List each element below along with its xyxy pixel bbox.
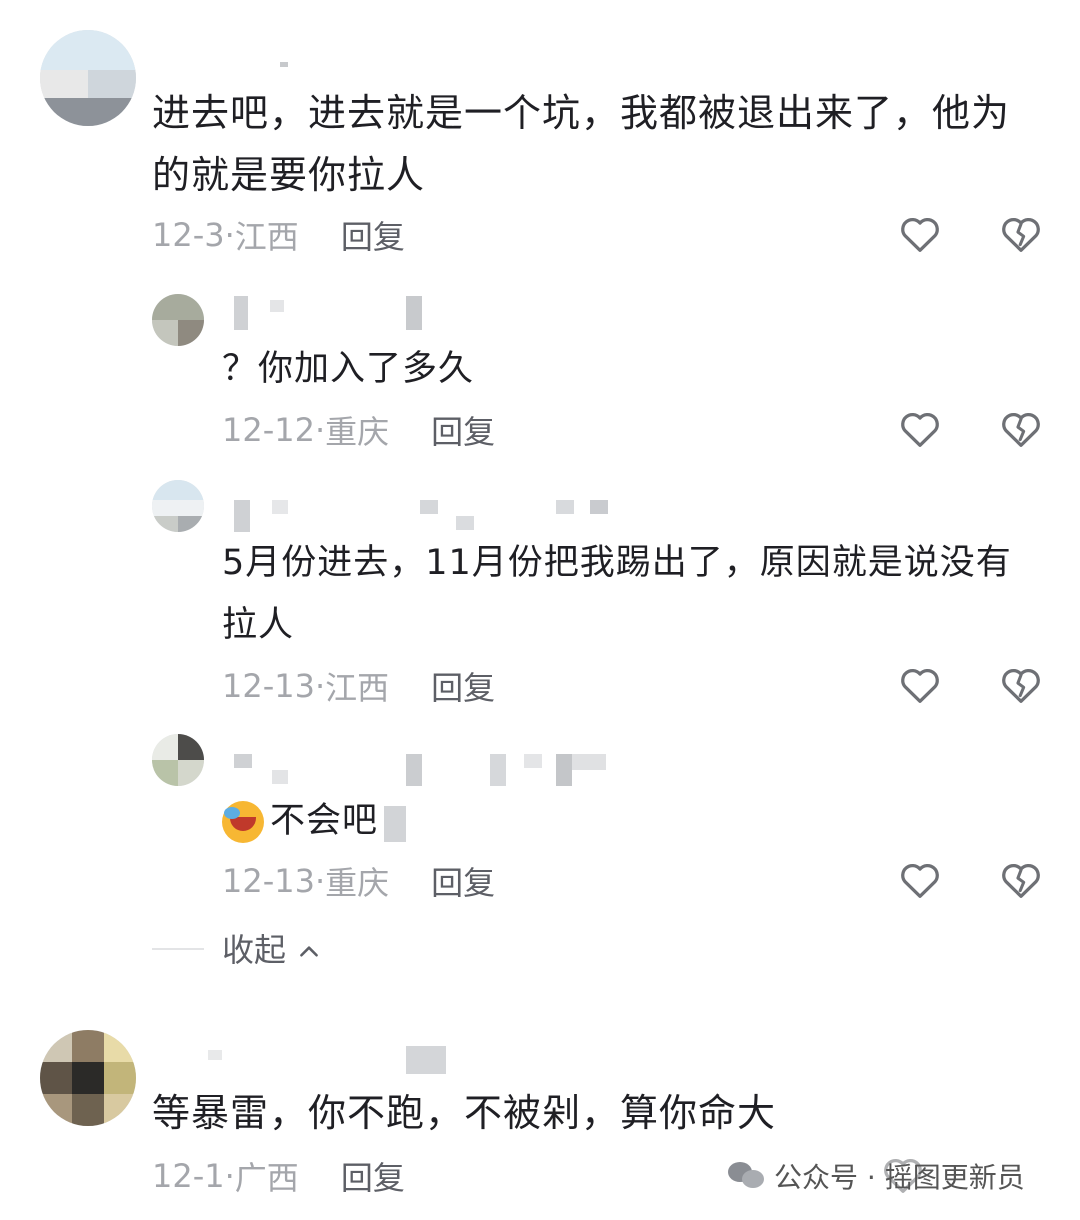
reply-text: ？你加入了多久 (222, 349, 475, 389)
broken-heart-icon[interactable] (998, 211, 1044, 257)
text-blur (384, 806, 406, 842)
comment-text: 等暴雷，你不跑，不被剁，算你命大 (152, 1091, 777, 1135)
reply-date: 12-12 (222, 411, 315, 449)
reply-meta: 12-13 · 重庆 回复 (222, 856, 495, 906)
chevron-up-icon (296, 935, 322, 961)
heart-icon[interactable] (897, 662, 943, 708)
broken-heart-icon[interactable] (998, 406, 1044, 452)
collapse-label: 收起 (222, 931, 287, 969)
username-blurred[interactable] (234, 296, 430, 330)
reply-location: 重庆 (325, 864, 390, 902)
meta-separator: · (224, 216, 235, 254)
comment-meta: 12-3 · 江西 回复 (152, 210, 405, 260)
comment-date: 12-3 (152, 216, 225, 254)
avatar[interactable] (40, 1030, 136, 1126)
crying-laughing-emoji (222, 801, 264, 843)
meta-separator: · (224, 1157, 235, 1195)
heart-icon[interactable] (897, 857, 943, 903)
heart-icon[interactable] (897, 211, 943, 257)
comment-meta: 12-1 · 广西 回复 (152, 1151, 405, 1201)
reply-text: 不会吧 (270, 801, 379, 841)
collapse-button[interactable]: 收起 (222, 925, 322, 971)
comment-location: 江西 (234, 218, 299, 256)
reply-meta: 12-13 · 江西 回复 (222, 661, 495, 711)
reply-meta: 12-12 · 重庆 回复 (222, 405, 495, 455)
broken-heart-icon[interactable] (998, 662, 1044, 708)
reply-location: 江西 (325, 669, 390, 707)
wechat-icon (728, 1160, 766, 1192)
meta-separator: · (314, 667, 326, 705)
username-blurred[interactable] (272, 56, 292, 70)
watermark-label: 公众号 · 摇图更新员 (774, 1161, 1025, 1194)
watermark: 公众号 · 摇图更新员 (728, 1156, 1025, 1196)
username-blurred[interactable] (234, 752, 614, 788)
meta-separator: · (314, 862, 326, 900)
collapse-divider (152, 948, 204, 950)
avatar[interactable] (152, 480, 204, 532)
comment-location: 广西 (234, 1159, 299, 1197)
comment-date: 12-1 (152, 1157, 225, 1195)
reply-text-row: 不会吧 (222, 790, 1042, 852)
reply-button[interactable]: 回复 (431, 407, 495, 453)
username-blurred[interactable] (208, 1040, 468, 1074)
reply-text: 5月份进去，11月份把我踢出了，原因就是说没有拉人 (222, 543, 1012, 645)
reply-date: 12-13 (222, 667, 315, 705)
avatar[interactable] (152, 734, 204, 786)
reply-button[interactable]: 回复 (431, 663, 495, 709)
comment-text: 进去吧，进去就是一个坑，我都被退出来了，他为的就是要你拉人 (152, 91, 1011, 197)
reply-button[interactable]: 回复 (341, 1153, 405, 1199)
reply-location: 重庆 (325, 413, 390, 451)
broken-heart-icon[interactable] (998, 857, 1044, 903)
avatar[interactable] (152, 294, 204, 346)
meta-separator: · (314, 411, 326, 449)
reply-button[interactable]: 回复 (431, 858, 495, 904)
username-blurred[interactable] (234, 496, 614, 532)
avatar[interactable] (40, 30, 136, 126)
heart-icon[interactable] (897, 406, 943, 452)
reply-date: 12-13 (222, 862, 315, 900)
reply-button[interactable]: 回复 (341, 212, 405, 258)
